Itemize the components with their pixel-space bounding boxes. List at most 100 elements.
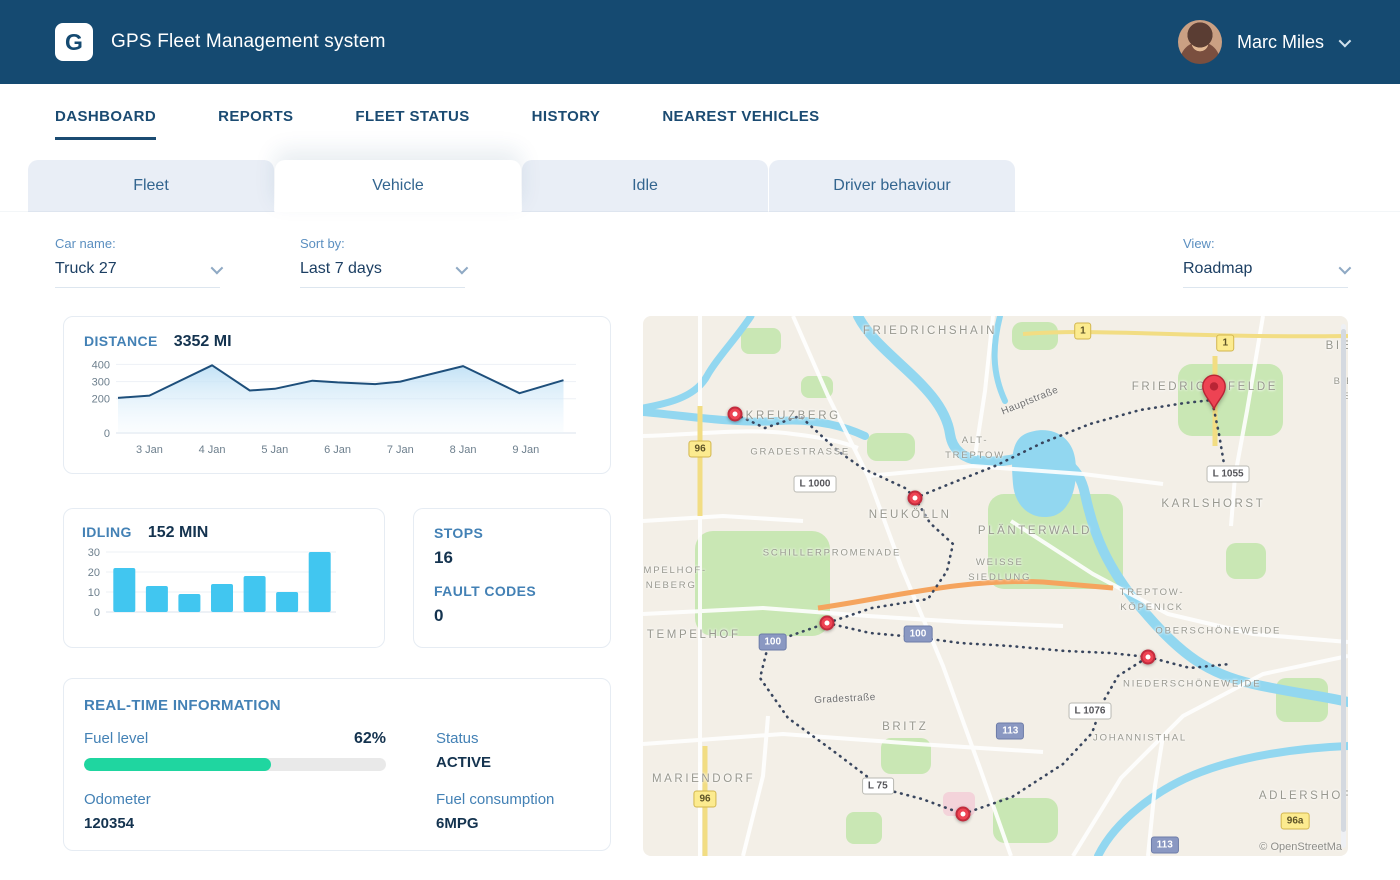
map-place-label: KREUZBERG xyxy=(746,407,841,425)
fuel-progress-bar xyxy=(84,758,386,771)
consumption-value: 6MPG xyxy=(436,815,590,832)
user-name: Marc Miles xyxy=(1237,32,1324,53)
road-badge: 113 xyxy=(996,723,1024,740)
logo-letter: G xyxy=(65,29,83,56)
map-place-label: TEMPELHOF xyxy=(647,625,741,643)
stats-column: DISTANCE 3352 MI 40030020003 Jan4 Jan5 J… xyxy=(63,316,611,856)
road-badge: L 1076 xyxy=(1068,702,1111,719)
status-value: ACTIVE xyxy=(436,754,590,771)
map-overlay-layer: FRIEDRICHSHAINKREUZBERGGRADESTRASSEALT- … xyxy=(643,316,1348,856)
map-place-label: EMPELHOF- NEBERG xyxy=(643,563,707,593)
idling-card: IDLING 152 MIN 3020100 xyxy=(63,508,385,648)
tab-vehicle[interactable]: Vehicle xyxy=(275,160,521,212)
svg-text:400: 400 xyxy=(92,359,110,371)
car-name-value: Truck 27 xyxy=(55,260,117,278)
svg-text:30: 30 xyxy=(88,547,100,559)
svg-text:4 Jan: 4 Jan xyxy=(199,444,226,456)
svg-text:300: 300 xyxy=(92,377,110,389)
road-badge: 1 xyxy=(1074,323,1092,340)
main-nav: DASHBOARD REPORTS FLEET STATUS HISTORY N… xyxy=(0,84,1400,140)
status-label: Status xyxy=(436,730,590,747)
car-name-label: Car name: xyxy=(55,236,220,251)
distance-value: 3352 MI xyxy=(174,333,232,351)
stops-label: STOPS xyxy=(434,525,590,541)
user-avatar[interactable] xyxy=(1178,20,1222,64)
map-scrollbar-thumb[interactable] xyxy=(1341,329,1346,832)
road-badge: L 1055 xyxy=(1207,466,1250,483)
map-place-label: JOHANNISTHAL xyxy=(1093,731,1187,746)
status-block: Status ACTIVE xyxy=(436,730,590,771)
app-header: G GPS Fleet Management system Marc Miles xyxy=(0,0,1400,84)
app-title: GPS Fleet Management system xyxy=(111,31,386,53)
sort-filter: Sort by: Last 7 days xyxy=(300,236,465,288)
chevron-down-icon xyxy=(211,261,224,274)
nav-item-dashboard[interactable]: DASHBOARD xyxy=(55,108,156,140)
map-place-label: NEUKÖLLN xyxy=(869,506,952,524)
odometer-label: Odometer xyxy=(84,791,386,808)
idling-title: IDLING xyxy=(82,524,132,540)
map-street-label: Gradestraße xyxy=(814,692,876,706)
distance-card: DISTANCE 3352 MI 40030020003 Jan4 Jan5 J… xyxy=(63,316,611,474)
sort-select[interactable]: Last 7 days xyxy=(300,260,465,288)
nav-item-nearest-vehicles[interactable]: NEAREST VEHICLES xyxy=(662,108,819,140)
map-place-label: WEISSE SIEDLUNG xyxy=(968,555,1031,585)
map-place-label: SCHILLERPROMENADE xyxy=(763,545,901,560)
map-place-label: MARIENDORF xyxy=(652,770,755,788)
tab-idle[interactable]: Idle xyxy=(522,160,768,212)
road-badge: 1 xyxy=(1217,335,1235,352)
nav-item-fleet-status[interactable]: FLEET STATUS xyxy=(355,108,469,140)
odometer-block: Odometer 120354 xyxy=(84,791,386,832)
consumption-block: Fuel consumption 6MPG xyxy=(436,791,590,832)
svg-text:20: 20 xyxy=(88,567,100,579)
vehicle-stop-pin-icon[interactable] xyxy=(908,490,923,505)
svg-text:3 Jan: 3 Jan xyxy=(136,444,163,456)
vehicle-stop-pin-icon[interactable] xyxy=(727,406,742,421)
sort-label: Sort by: xyxy=(300,236,465,251)
fuel-progress-fill xyxy=(84,758,271,771)
map-scrollbar[interactable] xyxy=(1341,324,1346,848)
road-badge: 96 xyxy=(689,440,712,457)
map-place-label: PLÄNTERWALD xyxy=(978,522,1092,540)
tab-fleet[interactable]: Fleet xyxy=(28,160,274,212)
sub-tabs: Fleet Vehicle Idle Driver behaviour xyxy=(0,140,1400,212)
svg-text:0: 0 xyxy=(104,428,110,440)
nav-item-history[interactable]: HISTORY xyxy=(532,108,601,140)
map-attribution: © OpenStreetMa xyxy=(1259,841,1342,853)
svg-text:9 Jan: 9 Jan xyxy=(512,444,539,456)
road-badge: 113 xyxy=(1151,837,1179,854)
tab-driver-behaviour[interactable]: Driver behaviour xyxy=(769,160,1015,212)
stops-card: STOPS 16 FAULT CODES 0 xyxy=(413,508,611,648)
stops-value: 16 xyxy=(434,548,590,568)
svg-text:6 Jan: 6 Jan xyxy=(324,444,351,456)
map-place-label: TREPTOW- KÖPENICK xyxy=(1120,584,1185,614)
vehicle-stop-pin-icon[interactable] xyxy=(1140,649,1155,664)
fuel-level-percent: 62% xyxy=(354,730,386,748)
view-filter: View: Roadmap xyxy=(1183,236,1348,288)
map-place-label: BRITZ xyxy=(882,718,928,736)
sort-value: Last 7 days xyxy=(300,260,382,278)
user-menu-chevron-down-icon[interactable] xyxy=(1339,34,1352,47)
svg-text:200: 200 xyxy=(92,394,110,406)
map-place-label: KARLSHORST xyxy=(1161,495,1265,513)
dashboard-panel: Car name: Truck 27 Sort by: Last 7 days … xyxy=(0,212,1400,876)
view-select[interactable]: Roadmap xyxy=(1183,260,1348,288)
view-label: View: xyxy=(1183,236,1348,251)
map[interactable]: FRIEDRICHSHAINKREUZBERGGRADESTRASSEALT- … xyxy=(643,316,1348,856)
map-place-label: ADLERSHOF xyxy=(1259,786,1348,804)
fuel-level-block: Fuel level 62% xyxy=(84,730,386,771)
realtime-card: REAL-TIME INFORMATION Fuel level 62% Sta… xyxy=(63,678,611,851)
road-badge: L 1000 xyxy=(794,475,837,492)
road-badge: L 75 xyxy=(862,777,894,794)
road-badge: 100 xyxy=(904,626,933,643)
vehicle-location-pin-icon[interactable] xyxy=(1200,374,1228,415)
nav-item-reports[interactable]: REPORTS xyxy=(218,108,293,140)
svg-text:10: 10 xyxy=(88,587,100,599)
view-value: Roadmap xyxy=(1183,260,1252,278)
realtime-title: REAL-TIME INFORMATION xyxy=(84,697,590,714)
vehicle-stop-pin-icon[interactable] xyxy=(820,616,835,631)
fuel-level-label: Fuel level xyxy=(84,730,148,747)
map-place-label: GRADESTRASSE xyxy=(750,444,850,459)
consumption-label: Fuel consumption xyxy=(436,791,590,808)
vehicle-stop-pin-icon[interactable] xyxy=(956,806,971,821)
car-name-select[interactable]: Truck 27 xyxy=(55,260,220,288)
